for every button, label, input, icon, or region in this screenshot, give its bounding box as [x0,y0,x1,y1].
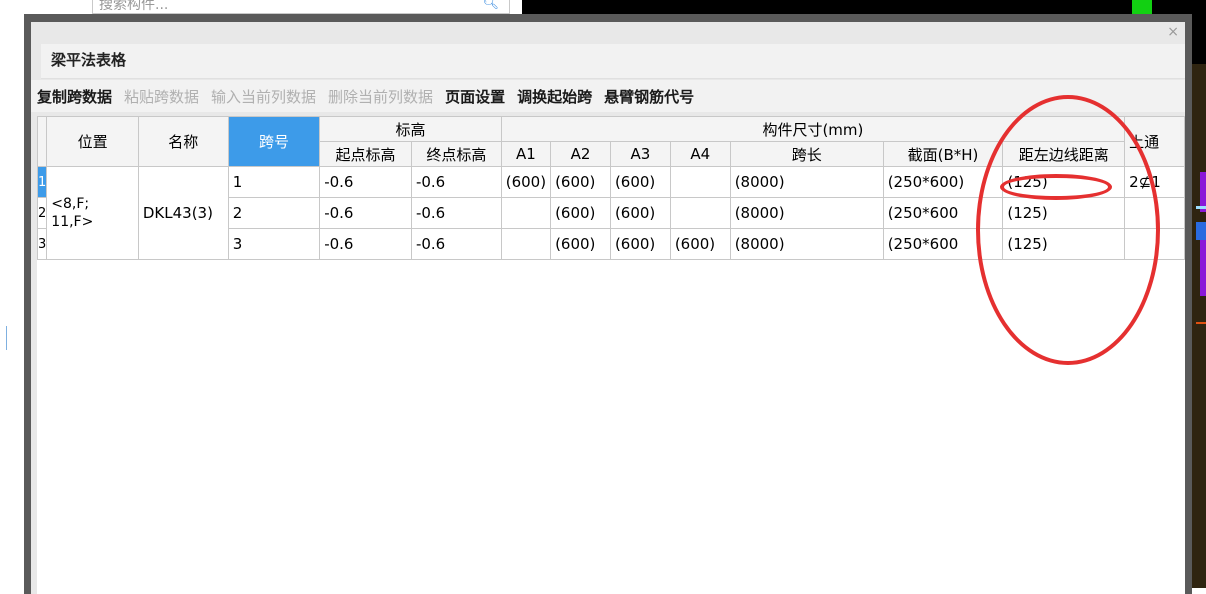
dialog-title: 梁平法表格 [51,51,127,69]
cell-start-elevation[interactable]: -0.6 [319,197,412,229]
corner-cell [37,116,48,167]
cell-span-length[interactable]: (8000) [729,228,884,260]
cell-position[interactable]: <8,F; 11,F> [46,166,139,260]
search-input[interactable]: 搜索构件... 🔍︎ [92,0,510,14]
cell-upper[interactable] [1124,197,1185,229]
cell-a2[interactable]: (600) [550,166,611,198]
header-member-size: 构件尺寸(mm) [500,116,1126,142]
cell-a4[interactable] [669,197,731,229]
cell-a4[interactable]: (600) [669,228,731,260]
input-column-data-button[interactable]: 输入当前列数据 [211,86,316,107]
cell-span-length[interactable]: (8000) [729,166,884,198]
table-row[interactable]: 1 <8,F; 11,F> DKL43(3) 1 -0.6 -0.6 (600)… [37,166,1185,260]
close-button[interactable]: × [1167,24,1179,40]
canvas-entity-orange [1196,322,1206,324]
cell-start-elevation[interactable]: -0.6 [319,228,412,260]
header-upper[interactable]: 上通 [1124,116,1185,167]
header-section[interactable]: 截面(B*H) [882,141,1004,167]
dialog-title-bar: 梁平法表格 [41,44,1185,79]
header-end-elevation[interactable]: 终点标高 [410,141,502,167]
canvas-entity-green [1132,0,1152,14]
header-a4[interactable]: A4 [669,141,731,167]
cell-start-elevation[interactable]: -0.6 [319,166,412,198]
cell-left-edge-distance[interactable]: (125) [1002,228,1126,260]
cell-section[interactable]: (250*600 [882,197,1004,229]
search-icon[interactable]: 🔍︎ [482,0,499,12]
header-name[interactable]: 名称 [137,116,229,167]
cell-a2[interactable]: (600) [550,228,611,260]
cell-section[interactable]: (250*600) [882,166,1004,198]
cell-a1[interactable]: (600) [500,166,552,198]
swap-start-span-button[interactable]: 调换起始跨 [517,86,592,107]
header-a2[interactable]: A2 [550,141,611,167]
panel-edge-marker [0,326,7,350]
cell-span[interactable]: 2 [227,197,321,229]
cell-end-elevation[interactable]: -0.6 [410,197,502,229]
copy-span-data-button[interactable]: 复制跨数据 [37,86,112,107]
cell-span[interactable]: 1 [227,166,321,198]
header-span-length[interactable]: 跨长 [729,141,884,167]
beam-table: 位置 名称 跨号 标高 构件尺寸(mm) 上通 起点标高 终点标高 A1 A2 … [37,116,1185,594]
cell-a2[interactable]: (600) [550,197,611,229]
cell-upper[interactable]: 2⊈1 [1124,166,1185,198]
row-number[interactable]: 3 [37,228,48,260]
cantilever-rebar-code-button[interactable]: 悬臂钢筋代号 [604,86,694,107]
cell-left-edge-distance[interactable]: (125) [1002,166,1126,198]
cell-end-elevation[interactable]: -0.6 [410,228,502,260]
page-setup-button[interactable]: 页面设置 [445,86,505,107]
delete-column-data-button[interactable]: 删除当前列数据 [328,86,433,107]
cell-name[interactable]: DKL43(3) [137,166,229,260]
dialog-body: × 梁平法表格 复制跨数据 粘贴跨数据 输入当前列数据 删除当前列数据 页面设置… [31,22,1185,594]
beam-grid: 位置 名称 跨号 标高 构件尺寸(mm) 上通 起点标高 终点标高 A1 A2 … [37,116,1185,260]
dialog-top-strip: × [31,22,1185,42]
row-number[interactable]: 1 [37,166,48,198]
toolbar: 复制跨数据 粘贴跨数据 输入当前列数据 删除当前列数据 页面设置 调换起始跨 悬… [31,80,1185,112]
cell-end-elevation[interactable]: -0.6 [410,166,502,198]
cell-a1[interactable] [500,197,552,229]
header-left-edge-distance[interactable]: 距左边线距离 [1002,141,1126,167]
header-a1[interactable]: A1 [500,141,552,167]
header-span-no[interactable]: 跨号 [227,116,321,167]
cell-a3[interactable]: (600) [609,166,671,198]
cell-span-length[interactable]: (8000) [729,197,884,229]
paste-span-data-button[interactable]: 粘贴跨数据 [124,86,199,107]
cell-section[interactable]: (250*600 [882,228,1004,260]
cell-upper[interactable] [1124,228,1185,260]
cell-span[interactable]: 3 [227,228,321,260]
header-position[interactable]: 位置 [46,116,139,167]
row-number[interactable]: 2 [37,197,48,229]
cell-a3[interactable]: (600) [609,228,671,260]
cell-a1[interactable] [500,228,552,260]
header-elevation: 标高 [319,116,502,142]
canvas-entity-blue [1196,222,1206,240]
search-placeholder: 搜索构件... [99,0,169,13]
header-a3[interactable]: A3 [609,141,671,167]
cell-left-edge-distance[interactable]: (125) [1002,197,1126,229]
header-start-elevation[interactable]: 起点标高 [319,141,412,167]
cell-a3[interactable]: (600) [609,197,671,229]
canvas-entity-cyan [1196,206,1206,209]
beam-table-dialog: × 梁平法表格 复制跨数据 粘贴跨数据 输入当前列数据 删除当前列数据 页面设置… [24,14,1192,594]
cell-a4[interactable] [669,166,731,198]
canvas-entity [1192,64,1206,588]
